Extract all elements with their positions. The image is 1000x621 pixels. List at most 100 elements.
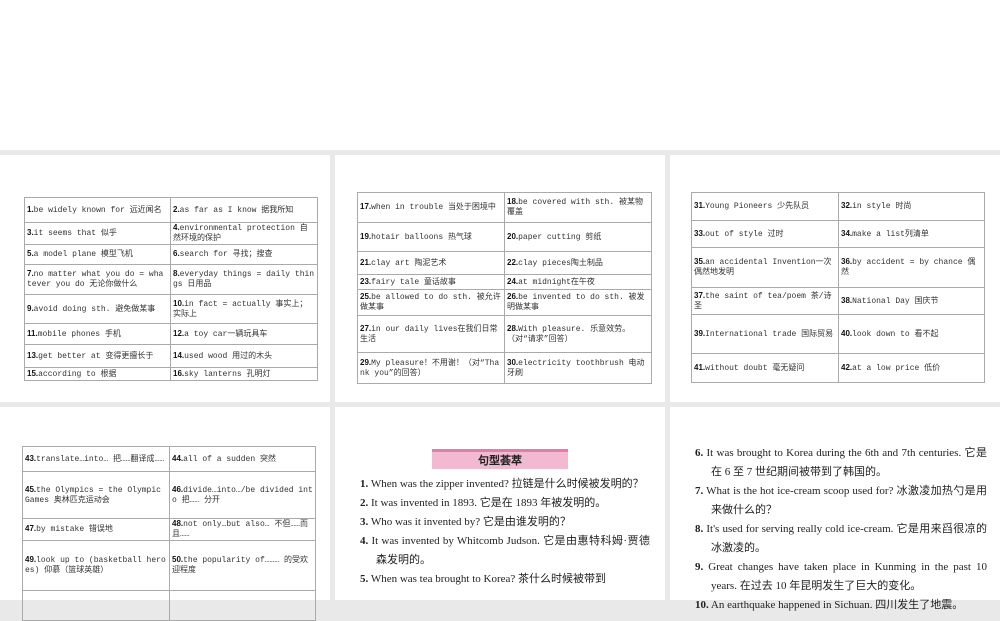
item-number: 46. <box>172 484 184 494</box>
phrase-text: clay pieces陶土制品 <box>518 258 603 268</box>
vocab-cell: 11.mobile phones 手机 <box>24 323 171 345</box>
vocab-cell: 6.search for 寻找；搜查 <box>170 244 318 265</box>
sentence-item: 10. An earthquake happened in Sichuan. 四… <box>695 596 987 615</box>
phrase-text: at a low price 低价 <box>852 363 941 373</box>
vocab-cell: 20.paper cutting 剪纸 <box>504 222 652 252</box>
vocab-panel-1: 1.be widely known for 远近闻名 2.as far as I … <box>0 155 330 402</box>
vocab-cell: 37.the saint of tea/poem 茶/诗圣 <box>691 287 839 315</box>
phrase-text: in fact = actually 事实上；实际上 <box>173 299 308 319</box>
vocab-cell: 22.clay pieces陶土制品 <box>504 251 652 275</box>
vocab-cell: 2.as far as I know 据我所知 <box>170 197 318 223</box>
table-row: 5.a model plane 模型飞机 6.search for 寻找；搜查 <box>24 244 318 265</box>
item-number: 28. <box>507 323 519 333</box>
sentence-number: 1. <box>360 478 369 490</box>
sentence-list-right: 6. It was brought to Korea during the 6t… <box>695 444 987 615</box>
table-row: 29.My pleasure！不用谢！（对“Thank you”的回答） 30.e… <box>357 352 652 384</box>
sentence-item: 8. It's used for serving really cold ice… <box>695 520 987 558</box>
phrase-text: Young Pioneers 少先队员 <box>705 202 810 211</box>
vocab-cell: 3.it seems that 似乎 <box>24 222 171 245</box>
phrase-text: International trade 国际贸易 <box>705 329 834 339</box>
phrase-text: mobile phones 手机 <box>37 329 121 339</box>
vocab-panel-4: 43.translate…into… 把……翻译成…… 44.all of a s… <box>0 407 330 621</box>
phrase-text: the Olympics = the Olympic Games 奥林匹克运动会 <box>25 485 161 505</box>
item-number: 13. <box>27 350 39 360</box>
sentence-number: 2. <box>360 497 369 509</box>
item-number: 11. <box>27 328 38 338</box>
item-number: 25. <box>360 292 372 301</box>
vocab-cell: 5.a model plane 模型飞机 <box>24 244 171 265</box>
phrase-text: in our daily lives在我们日常生活 <box>360 324 498 344</box>
phrase-text: My pleasure！不用谢！（对“Thank you”的回答） <box>360 358 500 378</box>
phrase-text: the saint of tea/poem 茶/诗圣 <box>694 291 832 311</box>
phrase-text: everyday things = daily things 日用品 <box>173 270 315 289</box>
table-row <box>22 590 316 621</box>
sentence-list-left: 1. When was the zipper invented? 拉链是什么时候… <box>360 475 650 589</box>
phrase-text: used wood 用过的木头 <box>184 351 273 361</box>
item-number: 31. <box>694 201 706 210</box>
phrase-text: be allowed to do sth. 被允许做某事 <box>360 293 501 312</box>
phrase-text: by mistake 错误地 <box>36 525 113 534</box>
phrase-text: divide…into…/be divided into 把…… 分开 <box>172 485 313 505</box>
item-number: 9. <box>27 303 34 313</box>
sentence-item: 3. Who was it invented by? 它是由谁发明的？ <box>360 513 650 532</box>
item-number: 17. <box>360 202 372 211</box>
vocab-cell: 35.an accidental Invention一次偶然地发明 <box>691 247 839 288</box>
item-number: 30. <box>507 357 519 367</box>
phrase-text: avoid doing sth. 避免做某事 <box>33 304 156 314</box>
table-row: 47.by mistake 错误地 48.not only…but also… 不… <box>22 518 316 541</box>
item-number: 40. <box>841 328 853 338</box>
item-number: 32. <box>841 201 853 210</box>
phrase-text: be widely known for 远近闻名 <box>33 205 162 215</box>
phrase-text: search for 寻找；搜查 <box>179 250 273 259</box>
vocab-cell: 34.make a list列清单 <box>838 220 985 248</box>
item-number: 6. <box>173 249 180 258</box>
sentence-text: Great changes have taken place in Kunmin… <box>708 561 987 592</box>
phrase-text: by accident = by chance 偶然 <box>841 258 976 277</box>
vocab-cell: 40.look down to 看不起 <box>838 314 985 354</box>
sentence-item: 4. It was invented by Whitcomb Judson. 它… <box>360 532 650 570</box>
item-number: 23. <box>360 276 372 286</box>
vocab-cell: 7.no matter what you do = whatever you d… <box>24 264 171 295</box>
table-row: 17.when in trouble 当处于困境中 18.be covered w… <box>357 192 652 223</box>
item-number: 45. <box>25 484 37 494</box>
table-row: 15.according to 根据 16.sky lanterns 孔明灯 <box>24 367 318 381</box>
phrase-text: without doubt 毫无疑问 <box>705 363 805 373</box>
phrase-text: all of a sudden 突然 <box>183 454 276 464</box>
sentence-number: 3. <box>360 516 369 528</box>
item-number: 47. <box>25 524 37 533</box>
sentence-item: 6. It was brought to Korea during the 6t… <box>695 444 987 482</box>
item-number: 41. <box>694 362 706 372</box>
vocab-cell: 50.the popularity of……… 的受欢迎程度 <box>169 540 316 591</box>
item-number: 14. <box>173 350 185 360</box>
table-row: 41.without doubt 毫无疑问 42.at a low price 低… <box>691 353 985 383</box>
item-number: 19. <box>360 231 372 241</box>
sentence-text: It was brought to Korea during the 6th a… <box>706 447 987 478</box>
phrase-text: not only…but also… 不但……而且…… <box>172 520 308 539</box>
sentence-item: 9. Great changes have taken place in Kun… <box>695 558 987 596</box>
sentence-item: 5. When was tea brought to Korea? 茶什么时候被… <box>360 570 650 589</box>
item-number: 1. <box>27 204 34 214</box>
sentence-text: When was the zipper invented? 拉链是什么时候被发明… <box>370 478 644 490</box>
phrase-text: clay art 陶泥艺术 <box>371 258 447 268</box>
item-number: 34. <box>841 228 853 238</box>
table-row: 21.clay art 陶泥艺术 22.clay pieces陶土制品 <box>357 251 652 275</box>
sentences-panel-2: 6. It was brought to Korea during the 6t… <box>670 407 1000 611</box>
item-number: 37. <box>694 290 706 300</box>
item-number: 10. <box>173 298 185 308</box>
vocab-cell: 38.National Day 国庆节 <box>838 287 985 315</box>
item-number: 8. <box>173 269 180 278</box>
sentence-text: An earthquake happened in Sichuan. 四川发生了… <box>710 599 964 611</box>
phrase-text: hotair balloons 热气球 <box>371 232 472 242</box>
phrase-text: look down to 看不起 <box>852 329 939 339</box>
sentence-text: What is the hot ice-cream scoop used for… <box>706 485 987 516</box>
vocab-cell: 25.be allowed to do sth. 被允许做某事 <box>357 289 505 316</box>
sentence-number: 4. <box>360 535 369 547</box>
vocab-cell: 15.according to 根据 <box>24 367 171 381</box>
phrase-text: be invented to do sth. 被发明做某事 <box>507 293 645 312</box>
section-banner: 句型荟萃 <box>432 449 568 469</box>
vocab-cell: 28.With pleasure. 乐意效劳。（对“请求”回答） <box>504 315 652 353</box>
item-number: 12. <box>173 328 185 338</box>
vocab-cell: 30.electricity toothbrush 电动牙刷 <box>504 352 652 384</box>
phrase-text: paper cutting 剪纸 <box>518 232 602 242</box>
table-row: 25.be allowed to do sth. 被允许做某事 26.be inv… <box>357 289 652 316</box>
